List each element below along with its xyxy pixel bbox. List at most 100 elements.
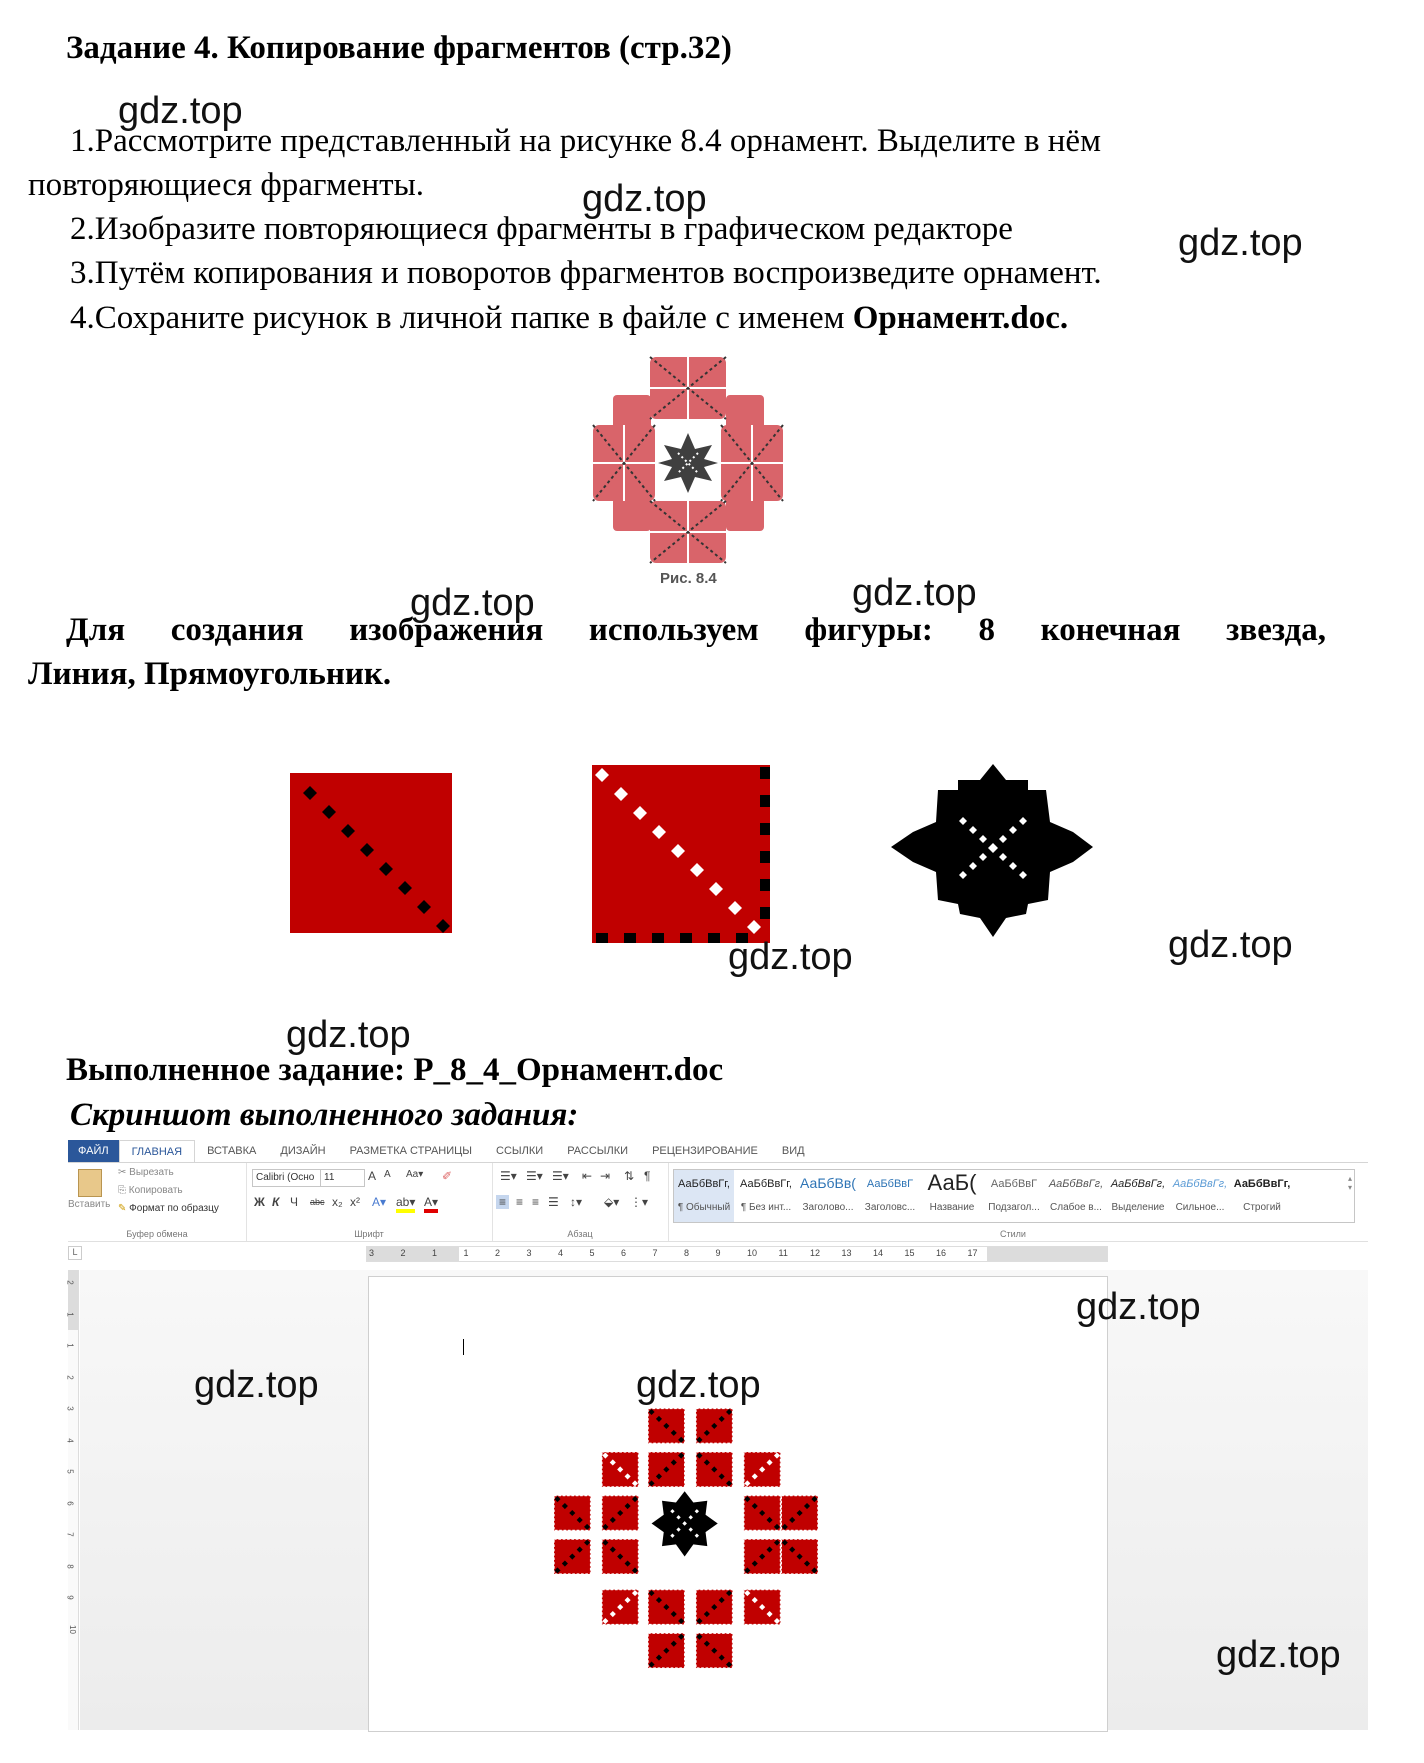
format-painter-button[interactable]: ✎ Формат по образцу	[118, 1203, 219, 1214]
ruler-tick: 2	[65, 1280, 75, 1285]
bold-button[interactable]: Ж	[254, 1195, 265, 1209]
shape-red-square-white-dots	[592, 765, 770, 943]
ruler-tick: 1	[463, 1248, 469, 1258]
multilevel-icon[interactable]: ☰▾	[552, 1169, 569, 1183]
word-window: ФАЙЛ ГЛАВНАЯ ВСТАВКА ДИЗАЙН РАЗМЕТКА СТР…	[65, 1139, 1368, 1732]
styles-scroll-icon[interactable]: ▴ ▾	[1348, 1174, 1352, 1192]
align-left-button[interactable]: ≡	[496, 1195, 510, 1209]
change-case-icon[interactable]: Aa▾	[406, 1169, 423, 1180]
corner-bl	[613, 497, 651, 531]
decrease-indent-icon[interactable]: ⇤	[582, 1169, 592, 1183]
ornament-tile	[695, 1588, 734, 1626]
increase-indent-icon[interactable]: ⇥	[600, 1169, 610, 1183]
italic-button[interactable]: К	[272, 1195, 279, 1209]
numbering-icon[interactable]: ☰▾	[526, 1169, 543, 1183]
group-font: Calibri (Осно 11 A A Aa▾ ✐ Ж К Ч abc x₂ …	[246, 1163, 493, 1241]
tab-view[interactable]: ВИД	[770, 1140, 817, 1162]
copy-button[interactable]: ⎘ Копировать	[118, 1185, 183, 1196]
shrink-font-icon[interactable]: A	[384, 1169, 391, 1180]
tab-home[interactable]: ГЛАВНАЯ	[118, 1139, 196, 1163]
tab-mailings[interactable]: РАССЫЛКИ	[555, 1140, 640, 1162]
tab-page-layout[interactable]: РАЗМЕТКА СТРАНИЦЫ	[338, 1140, 484, 1162]
tab-file[interactable]: ФАЙЛ	[68, 1140, 119, 1162]
tab-insert[interactable]: ВСТАВКА	[195, 1140, 268, 1162]
subscript-button[interactable]: x₂	[332, 1195, 343, 1209]
tab-design[interactable]: ДИЗАЙН	[268, 1140, 337, 1162]
ornament-tile	[601, 1494, 640, 1532]
style-emphasis[interactable]: АаБбВвГг, Выделение	[1108, 1170, 1168, 1222]
font-color-icon[interactable]: A▾	[424, 1195, 439, 1213]
paste-button[interactable]: Вставить	[68, 1199, 110, 1210]
style-intense-emphasis[interactable]: АаБбВвГг, Сильное...	[1170, 1170, 1230, 1222]
watermark: gdz.top	[1076, 1286, 1201, 1328]
ornament-tile	[647, 1588, 686, 1626]
style-title[interactable]: АаБ(Название	[922, 1170, 982, 1222]
vertical-ruler[interactable]: 2 1 1 2 3 4 5 6 7 8 9 10	[65, 1270, 79, 1730]
watermark: gdz.top	[1216, 1634, 1341, 1676]
style-no-spacing[interactable]: АаБбВвГг, ¶ Без инт...	[736, 1170, 796, 1222]
ruler-tick: 5	[589, 1248, 595, 1258]
ruler-tick: 8	[684, 1248, 690, 1258]
corner-tl	[613, 395, 651, 429]
screenshot-label: Скриншот выполненного задания:	[70, 1097, 579, 1133]
align-center-button[interactable]: ≡	[516, 1195, 523, 1209]
ruler-tick: 4	[558, 1248, 564, 1258]
paste-icon[interactable]	[78, 1169, 102, 1197]
corner-tr	[726, 395, 764, 429]
text-effects-icon[interactable]: A▾	[372, 1195, 386, 1209]
style-heading-2[interactable]: АаБбВвГ Заголовс...	[860, 1170, 920, 1222]
highlight-icon[interactable]: ab▾	[396, 1195, 416, 1213]
ornament-tile	[780, 1538, 819, 1575]
font-name-select[interactable]: Calibri (Осно	[252, 1169, 323, 1187]
watermark: gdz.top	[286, 1014, 411, 1056]
watermark: gdz.top	[852, 572, 977, 614]
ruler-tick: 1	[432, 1248, 438, 1258]
tab-references[interactable]: ССЫЛКИ	[484, 1140, 555, 1162]
ruler-tick: 9	[715, 1248, 721, 1258]
ruler-tick: 11	[778, 1248, 788, 1258]
style-subtitle[interactable]: АаБбВвГ Подзагол...	[984, 1170, 1044, 1222]
style-heading-1[interactable]: АаБбВв(Заголово...	[798, 1170, 858, 1222]
document-page[interactable]	[368, 1276, 1108, 1732]
tab-review[interactable]: РЕЦЕНЗИРОВАНИЕ	[640, 1140, 770, 1162]
ruler-tick: 3	[369, 1248, 375, 1258]
ornament-result	[553, 1407, 819, 1669]
group-label-clipboard: Буфер обмена	[126, 1229, 188, 1239]
grow-font-icon[interactable]: A	[368, 1169, 376, 1183]
ruler-tick: 6	[65, 1500, 75, 1506]
bullets-icon[interactable]: ☰▾	[500, 1169, 517, 1183]
cut-button[interactable]: ✂ Вырезать	[118, 1167, 174, 1178]
superscript-button[interactable]: x²	[350, 1195, 360, 1209]
clear-format-icon[interactable]: ✐	[442, 1169, 452, 1183]
justify-button[interactable]: ☰	[548, 1195, 559, 1209]
align-right-button[interactable]: ≡	[532, 1195, 539, 1209]
pilcrow-icon[interactable]: ¶	[644, 1169, 650, 1183]
horizontal-ruler[interactable]: 3 2 1 1 2 3 4 5 6 7 8 9 10 11 12 13 14 15 16 17	[366, 1246, 1108, 1262]
text-cursor	[463, 1339, 464, 1355]
ruler-tick: 16	[936, 1248, 947, 1258]
watermark: gdz.top	[194, 1364, 319, 1406]
style-normal[interactable]: АаБбВвГг, ¶ Обычный	[674, 1170, 734, 1222]
style-subtle-emphasis[interactable]: АаБбВвГг, Слабое в...	[1046, 1170, 1106, 1222]
underline-button[interactable]: Ч	[290, 1195, 298, 1209]
step-3: 3.Путём копирования и поворотов фрагмент…	[70, 255, 1102, 291]
corner-tile	[601, 1588, 640, 1626]
font-size-select[interactable]: 11	[320, 1169, 365, 1187]
ruler-tick: 8	[65, 1563, 75, 1569]
ruler-tick: 14	[873, 1248, 884, 1258]
ornament-tile	[553, 1494, 592, 1532]
ruler-tick: 1	[65, 1311, 75, 1317]
watermark: gdz.top	[1168, 924, 1293, 966]
shading-icon[interactable]: ⬙▾	[604, 1195, 619, 1209]
strikethrough-button[interactable]: abc	[310, 1197, 325, 1207]
sort-icon[interactable]: ⇅	[624, 1169, 634, 1183]
ruler-tick: 15	[904, 1248, 915, 1258]
style-strong[interactable]: АаБбВвГг, Строгий	[1232, 1170, 1292, 1222]
ornament-figure	[592, 356, 784, 564]
ornament-tile	[695, 1451, 734, 1488]
tab-selector[interactable]: L	[68, 1246, 82, 1260]
ribbon-tabs: ФАЙЛ ГЛАВНАЯ ВСТАВКА ДИЗАЙН РАЗМЕТКА СТР…	[68, 1139, 1368, 1163]
borders-icon[interactable]: ⋮▾	[630, 1195, 648, 1209]
line-spacing-icon[interactable]: ↕▾	[570, 1195, 582, 1209]
step-2: 2.Изобразите повторяющиеся фрагменты в г…	[70, 211, 1013, 247]
